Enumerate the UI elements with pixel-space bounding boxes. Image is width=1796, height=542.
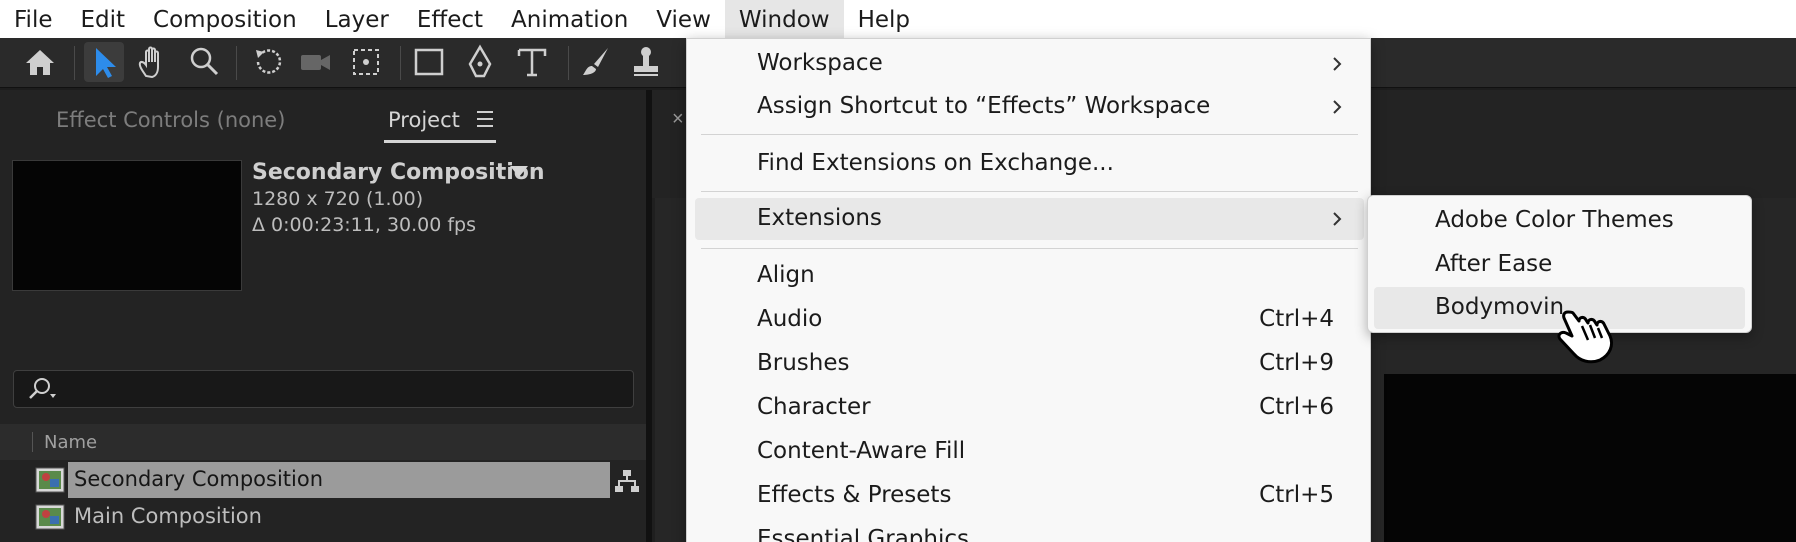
project-item[interactable]: Secondary Composition [0, 462, 646, 498]
composition-thumbnail [12, 160, 242, 291]
selection-tool-icon[interactable] [84, 42, 124, 82]
menubar: File Edit Composition Layer Effect Anima… [0, 0, 1796, 38]
menu-item-label: Audio [757, 306, 823, 332]
column-name-header[interactable]: Name [44, 432, 97, 453]
menu-item-workspace[interactable]: Workspace [695, 43, 1364, 85]
after-effects-window: File Edit Composition Layer Effect Anima… [0, 0, 1796, 542]
menu-item-shortcut: Ctrl+5 [1259, 482, 1334, 508]
hand-tool-icon[interactable] [132, 42, 172, 82]
composition-duration: Δ 0:00:23:11, 30.00 fps [252, 214, 477, 236]
home-icon[interactable] [20, 42, 60, 82]
pen-tool-icon[interactable] [460, 42, 500, 82]
composition-dropdown-icon[interactable] [510, 166, 528, 177]
project-item-label: Main Composition [74, 504, 262, 528]
menu-item-content-aware-fill[interactable]: Content-Aware Fill [695, 431, 1364, 473]
anchor-point-tool-icon[interactable] [346, 42, 386, 82]
close-panel-icon[interactable]: × [672, 108, 684, 131]
menu-item-label: Find Extensions on Exchange... [757, 150, 1114, 176]
brush-tool-icon[interactable] [576, 42, 616, 82]
tab-effect-controls[interactable]: Effect Controls (none) [56, 108, 285, 132]
submenu-item-label: Bodymovin [1435, 294, 1565, 320]
project-search-input[interactable] [13, 370, 634, 408]
composition-size: 1280 x 720 (1.00) [252, 188, 424, 210]
submenu-item-after-ease[interactable]: After Ease [1374, 244, 1745, 286]
menu-window[interactable]: Window [724, 0, 844, 38]
search-icon [29, 378, 56, 399]
menu-item-label: Content-Aware Fill [757, 438, 966, 464]
menu-item-label: Assign Shortcut to “Effects” Workspace [757, 93, 1211, 119]
menu-item-brushes[interactable]: Brushes Ctrl+9 [695, 343, 1364, 385]
submenu-item-adobe-color-themes[interactable]: Adobe Color Themes [1374, 200, 1745, 242]
menu-edit[interactable]: Edit [67, 0, 140, 38]
menu-item-align[interactable]: Align [695, 255, 1364, 297]
panel-menu-icon[interactable] [477, 110, 497, 128]
column-header: Name [0, 424, 646, 460]
menu-item-label: Extensions [757, 205, 882, 231]
window-menu: Workspace Assign Shortcut to “Effects” W… [686, 38, 1371, 542]
tab-project[interactable]: Project [388, 108, 460, 132]
menu-item-shortcut: Ctrl+9 [1259, 350, 1334, 376]
composition-icon [35, 504, 65, 530]
menu-item-effects-presets[interactable]: Effects & Presets Ctrl+5 [695, 475, 1364, 517]
menu-item-label: Effects & Presets [757, 482, 952, 508]
project-panel: Effect Controls (none) Project Secondary… [0, 90, 646, 542]
menu-effect[interactable]: Effect [403, 0, 497, 38]
composition-canvas [1384, 374, 1796, 542]
project-item-label: Secondary Composition [74, 467, 324, 491]
menu-item-label: Essential Graphics [757, 526, 969, 542]
zoom-tool-icon[interactable] [184, 42, 224, 82]
hand-cursor-icon [1557, 310, 1614, 364]
menu-separator [701, 248, 1358, 249]
project-item[interactable]: Main Composition [0, 499, 646, 535]
menu-animation[interactable]: Animation [497, 0, 642, 38]
chevron-right-icon [1333, 57, 1342, 71]
panel-tabs: Effect Controls (none) Project [0, 90, 646, 150]
rotate-tool-icon[interactable] [248, 42, 288, 82]
menu-file[interactable]: File [0, 0, 67, 38]
menu-item-label: Align [757, 262, 815, 288]
menu-item-find-extensions[interactable]: Find Extensions on Exchange... [695, 143, 1364, 185]
menu-item-shortcut: Ctrl+6 [1259, 394, 1334, 420]
composition-name: Secondary Composition [252, 160, 545, 185]
menu-item-shortcut: Ctrl+4 [1259, 306, 1334, 332]
submenu-item-label: Adobe Color Themes [1435, 207, 1674, 233]
menu-item-extensions[interactable]: Extensions [695, 198, 1364, 240]
menu-item-essential-graphics[interactable]: Essential Graphics [695, 519, 1364, 542]
menu-help[interactable]: Help [844, 0, 924, 38]
menu-item-audio[interactable]: Audio Ctrl+4 [695, 299, 1364, 341]
tab-project-underline [384, 140, 496, 143]
camera-tool-icon[interactable] [296, 42, 336, 82]
menu-item-label: Brushes [757, 350, 850, 376]
menu-item-label: Character [757, 394, 871, 420]
chevron-right-icon [1333, 212, 1342, 226]
composition-icon [35, 467, 65, 493]
menu-view[interactable]: View [642, 0, 725, 38]
menu-item-character[interactable]: Character Ctrl+6 [695, 387, 1364, 429]
flowchart-icon[interactable] [614, 468, 640, 494]
type-tool-icon[interactable] [512, 42, 552, 82]
menu-separator [701, 191, 1358, 192]
rectangle-tool-icon[interactable] [410, 42, 450, 82]
submenu-item-label: After Ease [1435, 251, 1553, 277]
menu-composition[interactable]: Composition [139, 0, 311, 38]
clone-stamp-tool-icon[interactable] [626, 42, 666, 82]
menu-item-assign-shortcut[interactable]: Assign Shortcut to “Effects” Workspace [695, 86, 1364, 128]
menu-layer[interactable]: Layer [311, 0, 403, 38]
menu-separator [701, 134, 1358, 135]
chevron-right-icon [1333, 100, 1342, 114]
menu-item-label: Workspace [757, 50, 883, 76]
